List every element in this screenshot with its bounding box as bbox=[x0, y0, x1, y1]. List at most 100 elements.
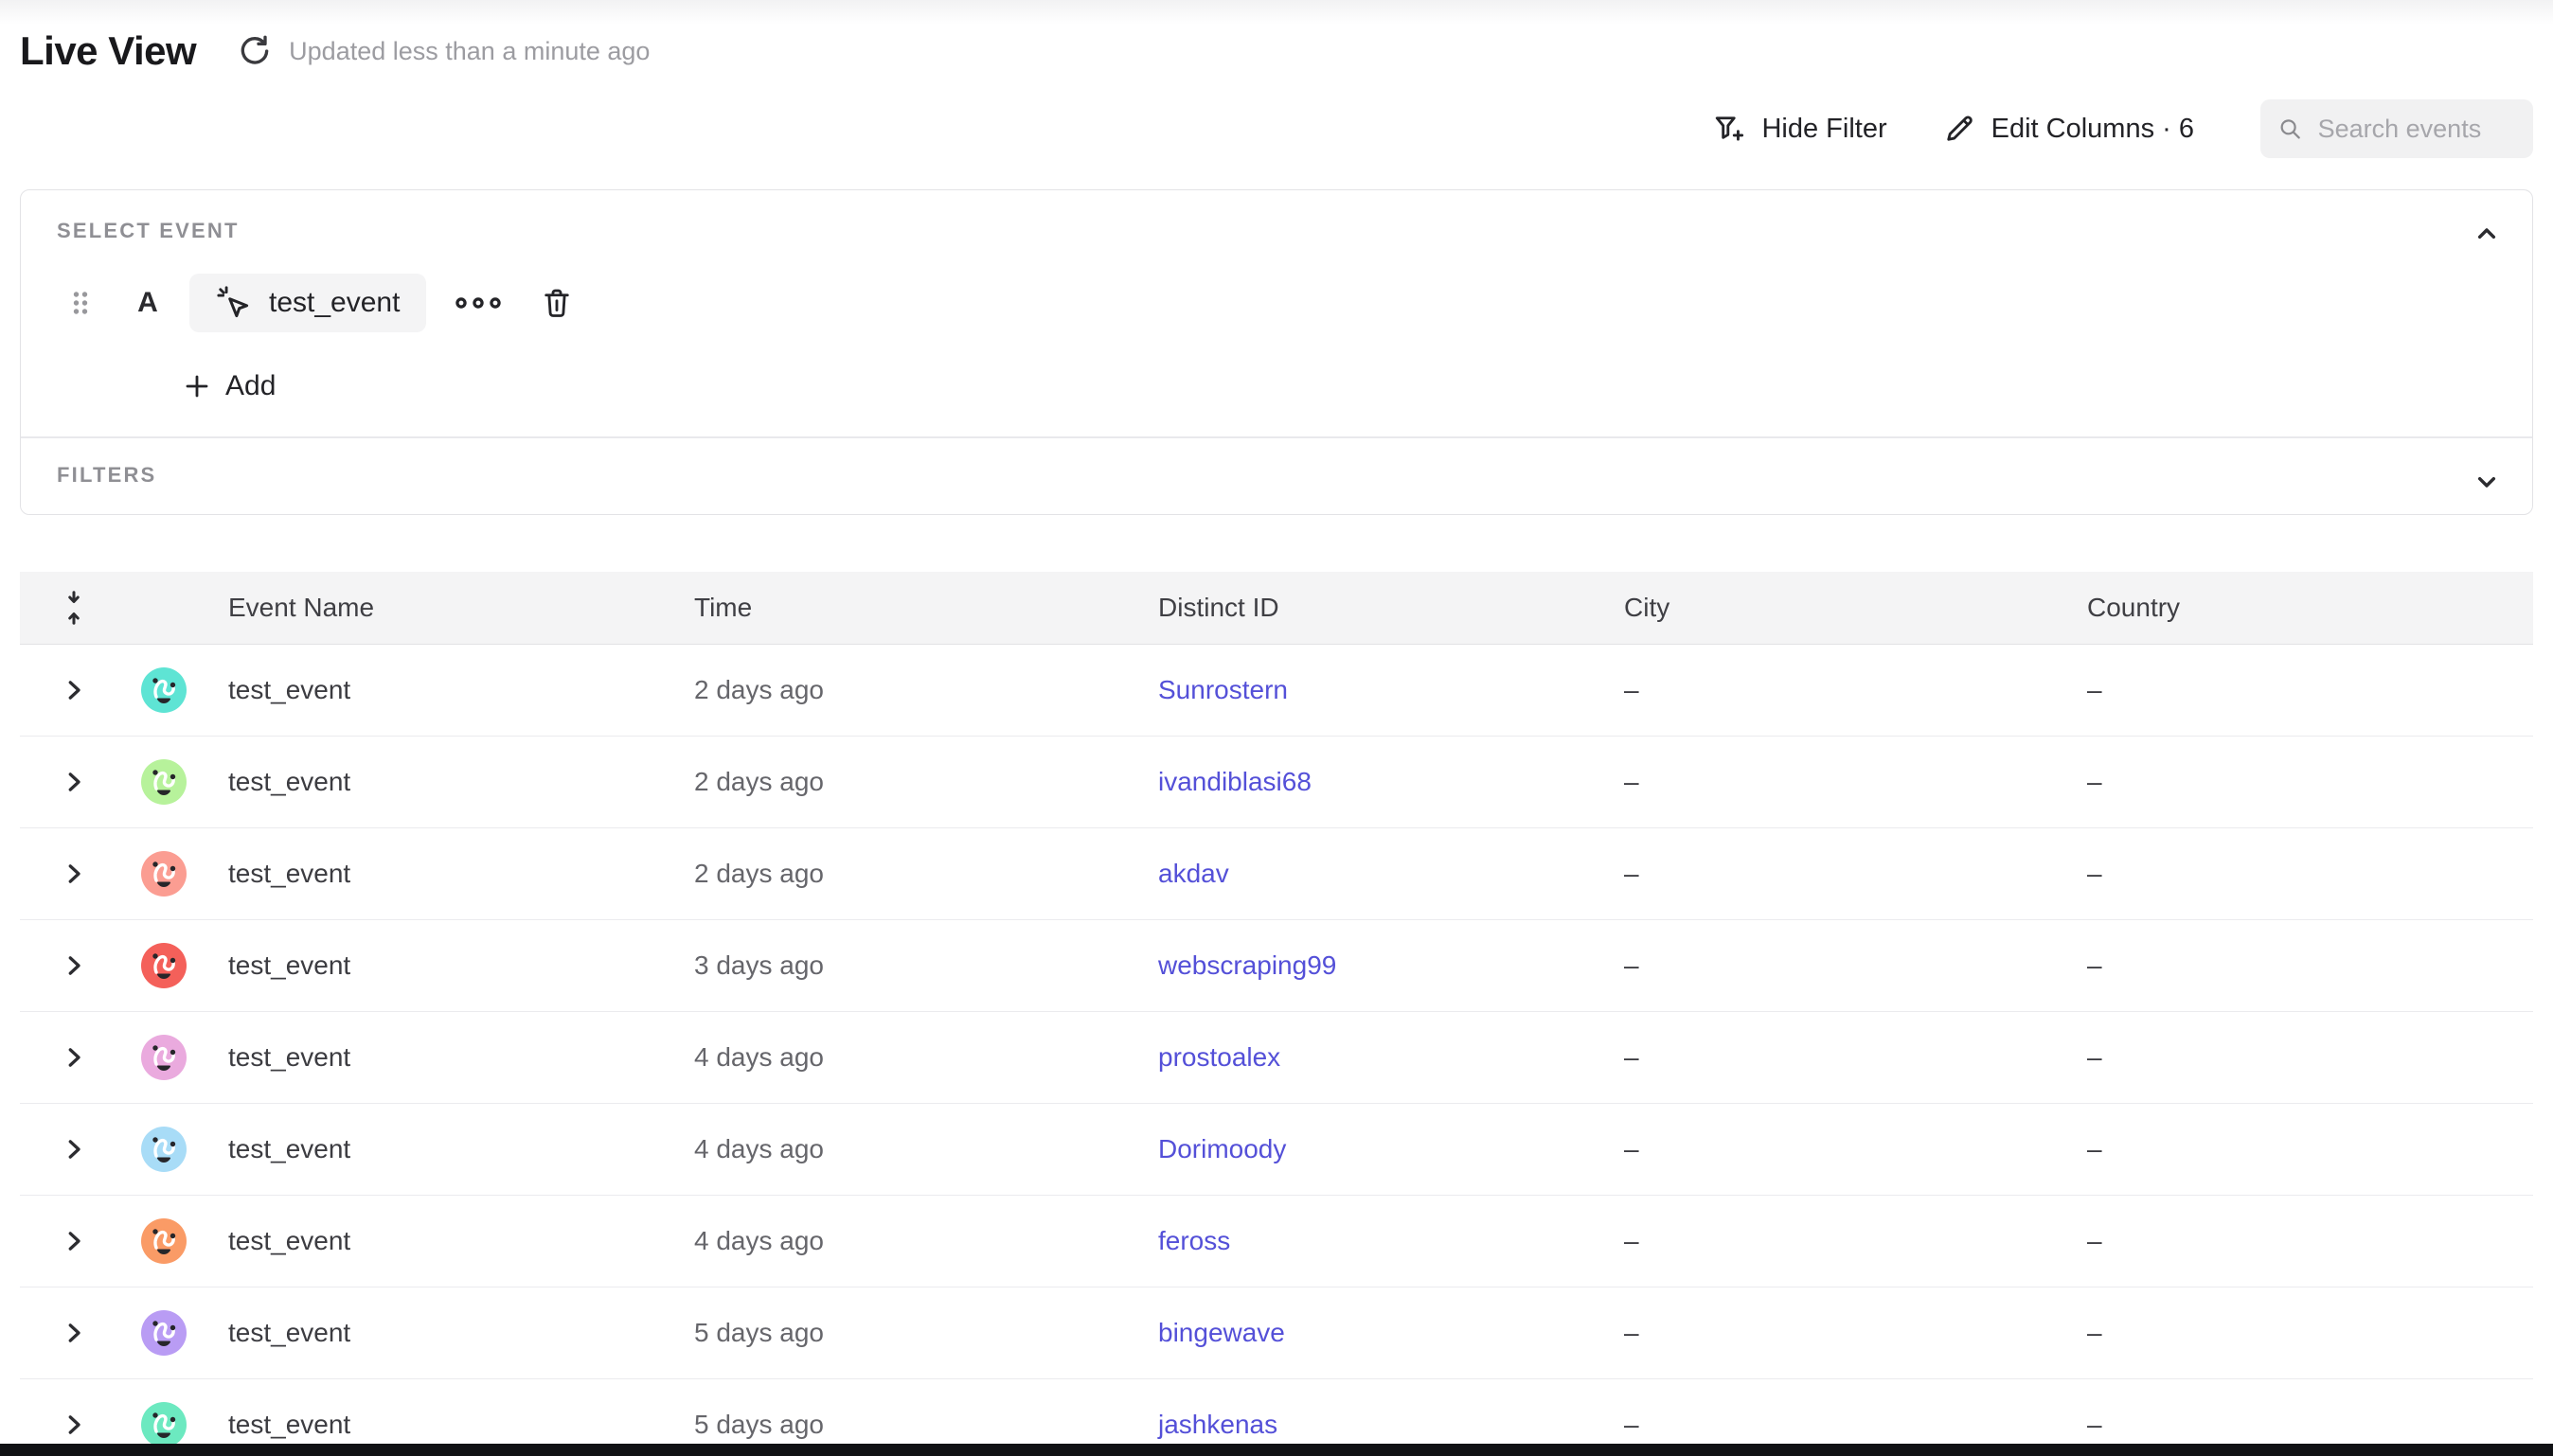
event-time: 4 days ago bbox=[679, 1042, 1143, 1073]
distinct-id-link[interactable]: Sunrostern bbox=[1143, 675, 1609, 705]
table-row[interactable]: test_event 3 days ago webscraping99 – – bbox=[20, 920, 2533, 1012]
row-expand-chevron[interactable] bbox=[60, 768, 88, 796]
table-row[interactable]: test_event 2 days ago akdav – – bbox=[20, 828, 2533, 920]
more-options-button[interactable] bbox=[453, 289, 504, 317]
country-value: – bbox=[2072, 1042, 2533, 1073]
collapse-all-rows-button[interactable] bbox=[60, 589, 88, 627]
table-row[interactable]: test_event 4 days ago Dorimoody – – bbox=[20, 1104, 2533, 1196]
table-row[interactable]: test_event 5 days ago bingewave – – bbox=[20, 1287, 2533, 1379]
distinct-id-link[interactable]: Dorimoody bbox=[1143, 1134, 1609, 1164]
avatar bbox=[141, 667, 187, 713]
row-expand-chevron[interactable] bbox=[60, 1411, 88, 1439]
row-expand-chevron[interactable] bbox=[60, 1043, 88, 1072]
country-value: – bbox=[2072, 1134, 2533, 1164]
table-row[interactable]: test_event 2 days ago ivandiblasi68 – – bbox=[20, 737, 2533, 828]
distinct-id-link[interactable]: bingewave bbox=[1143, 1318, 1609, 1348]
delete-event-button[interactable] bbox=[540, 285, 574, 321]
row-expand-chevron[interactable] bbox=[60, 860, 88, 888]
hide-filter-button[interactable]: Hide Filter bbox=[1712, 112, 1886, 146]
event-name: test_event bbox=[213, 1226, 679, 1256]
refresh-button[interactable] bbox=[234, 30, 276, 72]
edit-columns-button[interactable]: Edit Columns · 6 bbox=[1942, 112, 2194, 146]
filters-section: FILTERS bbox=[21, 438, 2532, 514]
pencil-icon bbox=[1942, 112, 1976, 146]
event-time: 4 days ago bbox=[679, 1226, 1143, 1256]
table-row[interactable]: test_event 2 days ago Sunrostern – – bbox=[20, 645, 2533, 737]
search-events-input[interactable] bbox=[2318, 115, 2516, 144]
event-select-button[interactable]: test_event bbox=[189, 274, 426, 332]
distinct-id-link[interactable]: prostoalex bbox=[1143, 1042, 1609, 1073]
expand-filters-button[interactable] bbox=[2466, 461, 2508, 503]
add-label: Add bbox=[225, 370, 276, 402]
avatar bbox=[141, 759, 187, 805]
doodle-face-icon bbox=[141, 1218, 187, 1264]
city-value: – bbox=[1609, 767, 2072, 797]
doodle-face-icon bbox=[141, 1127, 187, 1172]
row-expand-chevron[interactable] bbox=[60, 1227, 88, 1255]
live-view-page: Live View Updated less than a minute ago… bbox=[0, 0, 2553, 1456]
doodle-face-icon bbox=[141, 759, 187, 805]
event-name: test_event bbox=[213, 675, 679, 705]
avatar bbox=[141, 943, 187, 988]
distinct-id-link[interactable]: akdav bbox=[1143, 859, 1609, 889]
event-name: test_event bbox=[213, 1410, 679, 1440]
doodle-face-icon bbox=[141, 1402, 187, 1447]
row-expand-chevron[interactable] bbox=[60, 1135, 88, 1163]
country-value: – bbox=[2072, 859, 2533, 889]
drag-handle[interactable] bbox=[66, 286, 95, 320]
table-header-row: Event Name Time Distinct ID City Country bbox=[20, 572, 2533, 645]
chevron-down-icon bbox=[2472, 467, 2502, 497]
chevron-right-icon bbox=[60, 676, 88, 704]
events-table: Event Name Time Distinct ID City Country… bbox=[20, 572, 2533, 1456]
search-icon bbox=[2277, 114, 2303, 144]
trash-icon bbox=[540, 285, 574, 321]
city-value: – bbox=[1609, 675, 2072, 705]
row-expand-chevron[interactable] bbox=[60, 676, 88, 704]
event-name: test_event bbox=[213, 950, 679, 981]
ellipsis-icon bbox=[453, 289, 504, 317]
col-city: City bbox=[1609, 593, 2072, 623]
country-value: – bbox=[2072, 1410, 2533, 1440]
col-distinct-id: Distinct ID bbox=[1143, 593, 1609, 623]
toolbar: Hide Filter Edit Columns · 6 bbox=[20, 98, 2533, 159]
collapse-vertical-icon bbox=[60, 589, 88, 627]
country-value: – bbox=[2072, 1226, 2533, 1256]
city-value: – bbox=[1609, 1226, 2072, 1256]
table-row[interactable]: test_event 4 days ago feross – – bbox=[20, 1196, 2533, 1287]
event-name: test_event bbox=[213, 1318, 679, 1348]
distinct-id-link[interactable]: ivandiblasi68 bbox=[1143, 767, 1609, 797]
city-value: – bbox=[1609, 1318, 2072, 1348]
avatar bbox=[141, 1127, 187, 1172]
col-event-name: Event Name bbox=[213, 593, 679, 623]
city-value: – bbox=[1609, 1134, 2072, 1164]
doodle-face-icon bbox=[141, 943, 187, 988]
country-value: – bbox=[2072, 950, 2533, 981]
table-row[interactable]: test_event 4 days ago prostoalex – – bbox=[20, 1012, 2533, 1104]
city-value: – bbox=[1609, 950, 2072, 981]
distinct-id-link[interactable]: feross bbox=[1143, 1226, 1609, 1256]
row-expand-chevron[interactable] bbox=[60, 1319, 88, 1347]
chevron-up-icon bbox=[2472, 219, 2502, 249]
event-time: 5 days ago bbox=[679, 1318, 1143, 1348]
add-event-button[interactable]: Add bbox=[182, 370, 276, 402]
query-builder-panel: SELECT EVENT A bbox=[20, 189, 2533, 515]
event-time: 5 days ago bbox=[679, 1410, 1143, 1440]
distinct-id-link[interactable]: jashkenas bbox=[1143, 1410, 1609, 1440]
distinct-id-link[interactable]: webscraping99 bbox=[1143, 950, 1609, 981]
chevron-right-icon bbox=[60, 768, 88, 796]
country-value: – bbox=[2072, 1318, 2533, 1348]
city-value: – bbox=[1609, 1410, 2072, 1440]
event-name: test_event bbox=[213, 859, 679, 889]
doodle-face-icon bbox=[141, 1035, 187, 1080]
select-event-label: SELECT EVENT bbox=[57, 219, 2496, 243]
event-time: 3 days ago bbox=[679, 950, 1143, 981]
chevron-right-icon bbox=[60, 1319, 88, 1347]
collapse-select-event-button[interactable] bbox=[2466, 213, 2508, 255]
doodle-face-icon bbox=[141, 851, 187, 897]
row-expand-chevron[interactable] bbox=[60, 951, 88, 980]
event-time: 2 days ago bbox=[679, 675, 1143, 705]
event-name: test_event bbox=[213, 767, 679, 797]
event-name: test_event bbox=[213, 1134, 679, 1164]
country-value: – bbox=[2072, 675, 2533, 705]
search-events-box bbox=[2260, 99, 2533, 158]
